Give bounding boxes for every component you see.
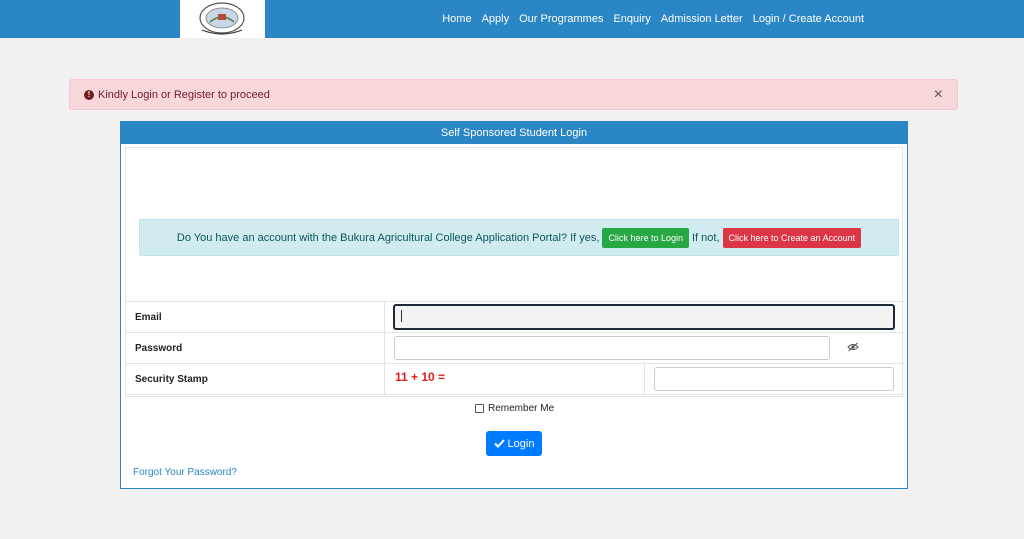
info-text: Do You have an account with the Bukura A… [176, 231, 600, 244]
alert-message: Kindly Login or Register to proceed [98, 88, 270, 101]
login-label: Login [507, 437, 535, 450]
nav-home[interactable]: Home [442, 13, 471, 25]
remember-me-label: Remember Me [488, 403, 555, 414]
forgot-password-link[interactable]: Forgot Your Password? [133, 467, 237, 478]
password-row: Password [125, 332, 904, 364]
email-row: Email [125, 301, 904, 333]
login-required-alert: ! Kindly Login or Register to proceed × [69, 79, 958, 110]
password-field[interactable] [394, 336, 830, 360]
exclamation-circle-icon: ! [84, 89, 94, 100]
nav-login-create-account[interactable]: Login / Create Account [753, 13, 864, 25]
panel-title: Self Sponsored Student Login [121, 122, 907, 144]
college-logo[interactable] [180, 0, 265, 38]
eye-slash-icon[interactable] [847, 342, 859, 355]
remember-me: Remember Me [475, 403, 554, 414]
login-button[interactable]: Login [486, 431, 542, 456]
create-account-button[interactable]: Click here to Create an Account [722, 227, 862, 248]
if-not-text: If not, [691, 231, 720, 244]
nav-our-programmes[interactable]: Our Programmes [519, 13, 603, 25]
nav-links: Home Apply Our Programmes Enquiry Admiss… [442, 0, 864, 38]
text-caret [401, 310, 402, 322]
click-here-login-button[interactable]: Click here to Login [602, 227, 689, 248]
email-field[interactable] [393, 304, 895, 330]
security-stamp-label: Security Stamp [125, 364, 385, 395]
password-label: Password [125, 333, 385, 364]
check-icon [493, 439, 505, 448]
security-stamp-row: Security Stamp 11 + 10 = [125, 363, 904, 395]
close-icon[interactable]: × [934, 87, 943, 103]
remember-me-checkbox[interactable] [475, 404, 484, 413]
account-info-box: Do You have an account with the Bukura A… [139, 219, 899, 256]
email-label: Email [125, 302, 385, 333]
nav-admission-letter[interactable]: Admission Letter [661, 13, 743, 25]
nav-apply[interactable]: Apply [482, 13, 510, 25]
nav-enquiry[interactable]: Enquiry [613, 13, 650, 25]
cell-divider [644, 364, 645, 395]
captcha-answer-field[interactable] [654, 367, 894, 391]
captcha-question: 11 + 10 = [395, 370, 446, 384]
top-navbar: Home Apply Our Programmes Enquiry Admiss… [0, 0, 1024, 38]
